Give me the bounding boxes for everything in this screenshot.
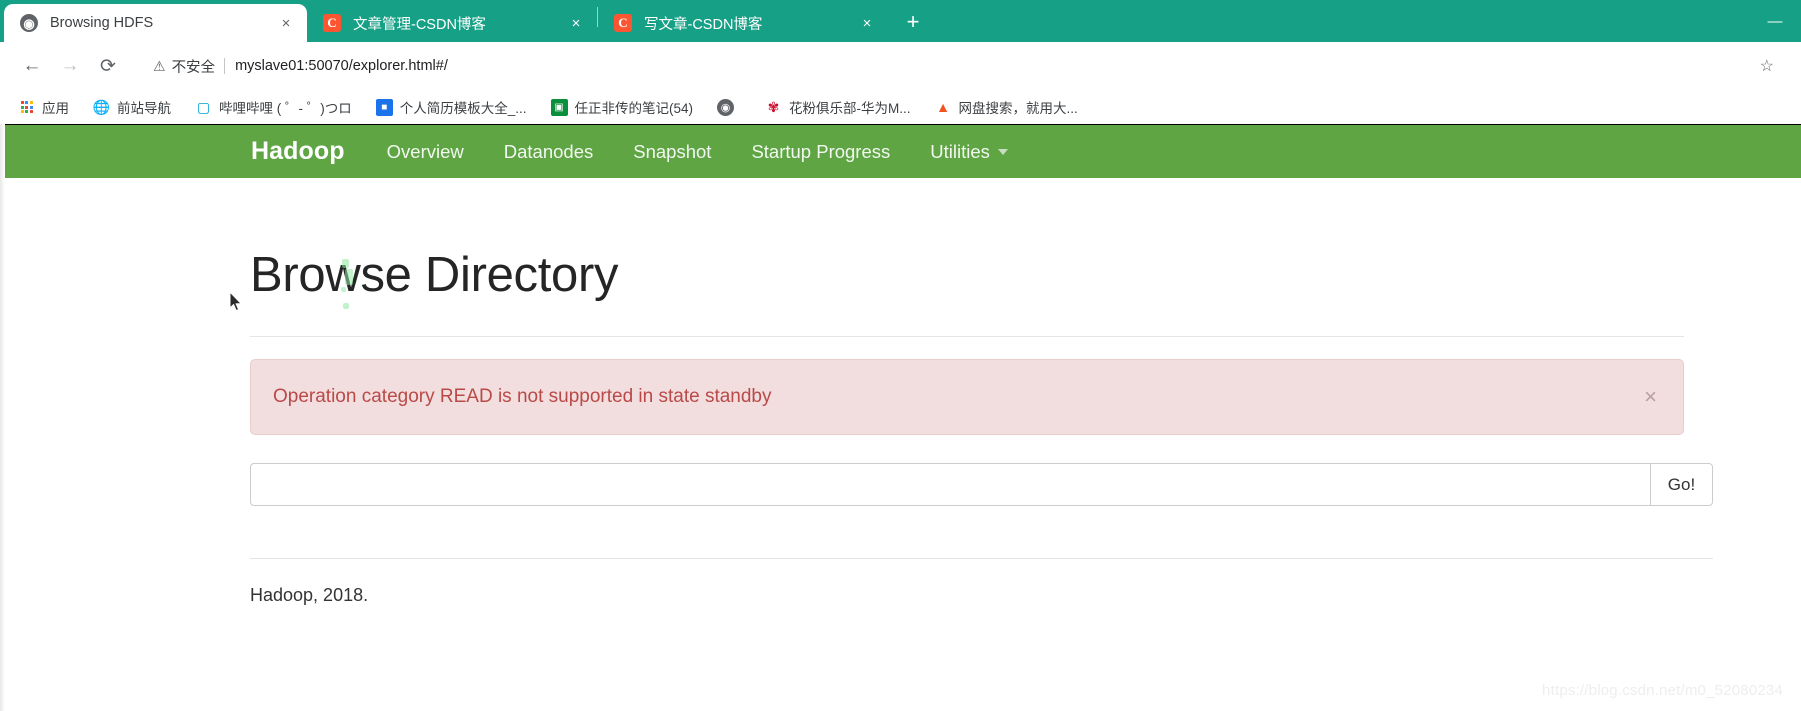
- path-search-row: Go!: [250, 463, 1713, 506]
- bookmark-netdisk-search[interactable]: ▲ 网盘搜索，就用大...: [931, 94, 1088, 120]
- alert-message: Operation category READ is not supported…: [273, 386, 772, 407]
- forward-button[interactable]: →: [52, 48, 88, 84]
- footer-divider: [250, 558, 1713, 559]
- bookmark-resume-templates[interactable]: ■ 个人简历模板大全_...: [372, 94, 537, 120]
- csdn-icon: C: [323, 14, 341, 32]
- tab-title: 写文章-CSDN博客: [644, 16, 763, 33]
- nav-label: Datanodes: [503, 140, 594, 162]
- close-icon[interactable]: ×: [275, 12, 297, 34]
- hadoop-navbar: Hadoop Overview Datanodes Snapshot Start…: [0, 124, 1801, 178]
- tab-strip: ◉ Browsing HDFS × C 文章管理-CSDN博客 × C 写文章-…: [0, 0, 1801, 42]
- security-status-label[interactable]: 不安全: [172, 56, 216, 77]
- bookmarks-bar: 应用 🌐 前站导航 ▢ 哔哩哔哩 ( ゜- ゜)つロ ■ 个人简历模板大全_..…: [0, 90, 1801, 124]
- path-input[interactable]: [250, 463, 1650, 506]
- bookmark-huafen-club[interactable]: ✾ 花粉俱乐部-华为M...: [761, 94, 921, 120]
- url-text[interactable]: myslave01:50070/explorer.html#/: [235, 58, 448, 74]
- page-body: Browse Directory Operation category READ…: [0, 247, 1801, 606]
- bookmark-label: 网盘搜索，就用大...: [958, 101, 1078, 116]
- globe-gray-icon: ◉: [717, 98, 735, 116]
- nav-item-startup-progress[interactable]: Startup Progress: [751, 141, 890, 163]
- bookmark-unnamed-globe[interactable]: ◉: [713, 96, 751, 119]
- close-icon[interactable]: ×: [1640, 386, 1661, 408]
- note-green-icon: ▣: [550, 98, 568, 116]
- huawei-flower-icon: ✾: [767, 98, 780, 115]
- tab-article-management[interactable]: C 文章管理-CSDN博客 ×: [307, 4, 597, 42]
- orange-cloud-icon: ▲: [936, 99, 950, 115]
- viewport-left-edge: [0, 124, 5, 711]
- planet-icon: 🌐: [92, 98, 111, 115]
- tab-browsing-hdfs[interactable]: ◉ Browsing HDFS ×: [4, 4, 307, 42]
- bilibili-icon: ▢: [196, 98, 211, 115]
- warning-triangle-icon: ⚠: [153, 57, 166, 74]
- hadoop-brand[interactable]: Hadoop: [251, 137, 345, 166]
- globe-icon: ◉: [20, 14, 38, 32]
- close-icon[interactable]: ×: [856, 12, 878, 34]
- csdn-icon: C: [614, 14, 632, 32]
- bookmark-renzhengfei-notes[interactable]: ▣ 任正非传的笔记(54): [547, 94, 704, 120]
- go-button[interactable]: Go!: [1650, 463, 1713, 506]
- apps-grid-icon: [18, 99, 35, 116]
- page-footer: Hadoop, 2018.: [250, 585, 369, 605]
- page-title: Browse Directory: [250, 248, 619, 302]
- bookmark-label: 任正非传的笔记(54): [574, 101, 694, 116]
- bookmark-label: 应用: [42, 101, 69, 116]
- doc-blue-icon: ■: [375, 98, 393, 116]
- content-container: Browse Directory Operation category READ…: [250, 247, 1713, 606]
- bookmark-label: 个人简历模板大全_...: [399, 101, 527, 116]
- reload-button[interactable]: ⟳: [90, 48, 126, 84]
- bookmark-star-icon[interactable]: ☆: [1760, 56, 1778, 76]
- nav-label: Utilities: [930, 140, 990, 162]
- bookmark-label: 哔哩哔哩 ( ゜- ゜)つロ: [219, 101, 352, 116]
- error-alert: Operation category READ is not supported…: [250, 359, 1684, 435]
- watermark-text: https://blog.csdn.net/m0_52080234: [1542, 682, 1783, 699]
- new-tab-button[interactable]: +: [896, 5, 930, 39]
- nav-label: Snapshot: [633, 140, 712, 162]
- browser-toolbar: ← → ⟳ ⚠ 不安全 myslave01:50070/explorer.htm…: [0, 42, 1801, 90]
- chevron-down-icon: [997, 148, 1008, 155]
- nav-item-snapshot[interactable]: Snapshot: [633, 141, 711, 163]
- browser-window: ◉ Browsing HDFS × C 文章管理-CSDN博客 × C 写文章-…: [0, 0, 1801, 711]
- bookmark-label: 前站导航: [117, 101, 171, 116]
- address-bar[interactable]: ⚠ 不安全 myslave01:50070/explorer.html#/ ☆: [138, 50, 1787, 82]
- bookmark-qianzhan[interactable]: 🌐 前站导航: [89, 94, 181, 120]
- page-viewport: Hadoop Overview Datanodes Snapshot Start…: [0, 124, 1801, 711]
- bookmark-apps[interactable]: 应用: [14, 94, 79, 120]
- nav-item-utilities[interactable]: Utilities: [930, 141, 1008, 163]
- bookmark-bilibili[interactable]: ▢ 哔哩哔哩 ( ゜- ゜)つロ: [191, 94, 362, 120]
- nav-label: Startup Progress: [751, 140, 891, 162]
- title-divider: [250, 336, 1684, 337]
- close-icon[interactable]: ×: [565, 12, 587, 34]
- nav-label: Overview: [386, 140, 464, 162]
- tab-title: Browsing HDFS: [50, 15, 154, 31]
- back-button[interactable]: ←: [14, 48, 50, 84]
- window-controls: —: [1749, 0, 1801, 42]
- tab-title: 文章管理-CSDN博客: [353, 16, 486, 33]
- bookmark-label: 花粉俱乐部-华为M...: [789, 101, 911, 116]
- nav-item-datanodes[interactable]: Datanodes: [504, 141, 593, 163]
- omnibox-divider: [224, 58, 226, 74]
- nav-item-overview[interactable]: Overview: [387, 141, 464, 163]
- tab-write-article[interactable]: C 写文章-CSDN博客 ×: [598, 4, 888, 42]
- minimize-button[interactable]: —: [1749, 0, 1801, 42]
